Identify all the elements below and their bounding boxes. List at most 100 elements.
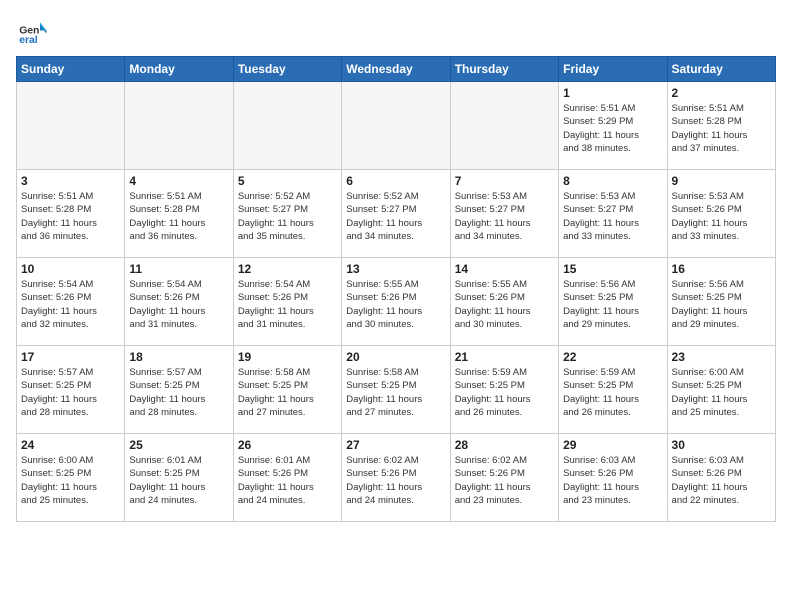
day-info: Sunrise: 6:02 AM Sunset: 5:26 PM Dayligh… xyxy=(455,454,554,507)
calendar-cell: 1 Sunrise: 5:51 AM Sunset: 5:29 PM Daylig… xyxy=(559,82,667,170)
day-number: 21 xyxy=(455,350,554,364)
calendar-cell: 4 Sunrise: 5:51 AM Sunset: 5:28 PM Daylig… xyxy=(125,170,233,258)
week-row-3: 17Sunrise: 5:57 AM Sunset: 5:25 PM Dayli… xyxy=(17,346,776,434)
day-number: 16 xyxy=(672,262,771,276)
calendar-cell: 11 Sunrise: 5:54 AM Sunset: 5:26 PM Dayli… xyxy=(125,258,233,346)
day-info: Sunrise: 5:59 AM Sunset: 5:25 PM Dayligh… xyxy=(455,366,554,419)
week-row-1: 3 Sunrise: 5:51 AM Sunset: 5:28 PM Daylig… xyxy=(17,170,776,258)
weekday-header-sunday: Sunday xyxy=(17,57,125,82)
day-number: 14 xyxy=(455,262,554,276)
calendar-cell: 30Sunrise: 6:03 AM Sunset: 5:26 PM Dayli… xyxy=(667,434,775,522)
week-row-0: 1 Sunrise: 5:51 AM Sunset: 5:29 PM Daylig… xyxy=(17,82,776,170)
weekday-header-wednesday: Wednesday xyxy=(342,57,450,82)
calendar-cell: 17Sunrise: 5:57 AM Sunset: 5:25 PM Dayli… xyxy=(17,346,125,434)
day-number: 7 xyxy=(455,174,554,188)
day-info: Sunrise: 6:03 AM Sunset: 5:26 PM Dayligh… xyxy=(563,454,662,507)
weekday-header-monday: Monday xyxy=(125,57,233,82)
calendar-cell: 13Sunrise: 5:55 AM Sunset: 5:26 PM Dayli… xyxy=(342,258,450,346)
day-info: Sunrise: 5:55 AM Sunset: 5:26 PM Dayligh… xyxy=(455,278,554,331)
calendar-cell xyxy=(450,82,558,170)
day-info: Sunrise: 6:01 AM Sunset: 5:26 PM Dayligh… xyxy=(238,454,337,507)
calendar-cell: 24 Sunrise: 6:00 AM Sunset: 5:25 PM Dayli… xyxy=(17,434,125,522)
week-row-4: 24 Sunrise: 6:00 AM Sunset: 5:25 PM Dayli… xyxy=(17,434,776,522)
day-number: 27 xyxy=(346,438,445,452)
calendar-cell: 7 Sunrise: 5:53 AM Sunset: 5:27 PM Daylig… xyxy=(450,170,558,258)
calendar-cell: 9 Sunrise: 5:53 AM Sunset: 5:26 PM Daylig… xyxy=(667,170,775,258)
day-info: Sunrise: 6:00 AM Sunset: 5:25 PM Dayligh… xyxy=(21,454,120,507)
day-number: 4 xyxy=(129,174,228,188)
day-info: Sunrise: 5:51 AM Sunset: 5:28 PM Dayligh… xyxy=(21,190,120,243)
day-info: Sunrise: 5:52 AM Sunset: 5:27 PM Dayligh… xyxy=(346,190,445,243)
day-number: 25 xyxy=(129,438,228,452)
day-info: Sunrise: 5:53 AM Sunset: 5:27 PM Dayligh… xyxy=(563,190,662,243)
weekday-header-saturday: Saturday xyxy=(667,57,775,82)
day-number: 8 xyxy=(563,174,662,188)
calendar-cell xyxy=(342,82,450,170)
day-number: 6 xyxy=(346,174,445,188)
calendar-cell: 15Sunrise: 5:56 AM Sunset: 5:25 PM Dayli… xyxy=(559,258,667,346)
calendar-cell: 10 Sunrise: 5:54 AM Sunset: 5:26 PM Dayli… xyxy=(17,258,125,346)
svg-text:eral: eral xyxy=(19,35,38,46)
day-info: Sunrise: 6:01 AM Sunset: 5:25 PM Dayligh… xyxy=(129,454,228,507)
calendar-cell: 8 Sunrise: 5:53 AM Sunset: 5:27 PM Daylig… xyxy=(559,170,667,258)
day-number: 30 xyxy=(672,438,771,452)
day-info: Sunrise: 5:59 AM Sunset: 5:25 PM Dayligh… xyxy=(563,366,662,419)
day-number: 28 xyxy=(455,438,554,452)
day-number: 22 xyxy=(563,350,662,364)
logo: Gen eral xyxy=(16,16,52,48)
calendar-cell xyxy=(125,82,233,170)
calendar-cell: 28 Sunrise: 6:02 AM Sunset: 5:26 PM Dayli… xyxy=(450,434,558,522)
weekday-header-tuesday: Tuesday xyxy=(233,57,341,82)
calendar-table: SundayMondayTuesdayWednesdayThursdayFrid… xyxy=(16,56,776,522)
day-info: Sunrise: 5:51 AM Sunset: 5:29 PM Dayligh… xyxy=(563,102,662,155)
day-info: Sunrise: 5:54 AM Sunset: 5:26 PM Dayligh… xyxy=(238,278,337,331)
day-number: 18 xyxy=(129,350,228,364)
day-info: Sunrise: 5:58 AM Sunset: 5:25 PM Dayligh… xyxy=(238,366,337,419)
day-info: Sunrise: 6:02 AM Sunset: 5:26 PM Dayligh… xyxy=(346,454,445,507)
day-info: Sunrise: 5:53 AM Sunset: 5:27 PM Dayligh… xyxy=(455,190,554,243)
calendar-cell: 22 Sunrise: 5:59 AM Sunset: 5:25 PM Dayli… xyxy=(559,346,667,434)
week-row-2: 10 Sunrise: 5:54 AM Sunset: 5:26 PM Dayli… xyxy=(17,258,776,346)
day-number: 5 xyxy=(238,174,337,188)
calendar-cell: 20Sunrise: 5:58 AM Sunset: 5:25 PM Dayli… xyxy=(342,346,450,434)
calendar-cell: 26Sunrise: 6:01 AM Sunset: 5:26 PM Dayli… xyxy=(233,434,341,522)
calendar-cell: 3 Sunrise: 5:51 AM Sunset: 5:28 PM Daylig… xyxy=(17,170,125,258)
day-number: 9 xyxy=(672,174,771,188)
day-info: Sunrise: 5:54 AM Sunset: 5:26 PM Dayligh… xyxy=(21,278,120,331)
day-number: 11 xyxy=(129,262,228,276)
day-info: Sunrise: 5:51 AM Sunset: 5:28 PM Dayligh… xyxy=(129,190,228,243)
logo-icon: Gen eral xyxy=(16,16,48,48)
day-info: Sunrise: 5:51 AM Sunset: 5:28 PM Dayligh… xyxy=(672,102,771,155)
day-info: Sunrise: 5:57 AM Sunset: 5:25 PM Dayligh… xyxy=(129,366,228,419)
calendar-cell: 12 Sunrise: 5:54 AM Sunset: 5:26 PM Dayli… xyxy=(233,258,341,346)
day-info: Sunrise: 5:58 AM Sunset: 5:25 PM Dayligh… xyxy=(346,366,445,419)
calendar-cell xyxy=(17,82,125,170)
calendar-cell: 29Sunrise: 6:03 AM Sunset: 5:26 PM Dayli… xyxy=(559,434,667,522)
day-info: Sunrise: 5:56 AM Sunset: 5:25 PM Dayligh… xyxy=(563,278,662,331)
calendar-cell: 5 Sunrise: 5:52 AM Sunset: 5:27 PM Daylig… xyxy=(233,170,341,258)
day-info: Sunrise: 5:52 AM Sunset: 5:27 PM Dayligh… xyxy=(238,190,337,243)
weekday-header-friday: Friday xyxy=(559,57,667,82)
calendar-cell: 27 Sunrise: 6:02 AM Sunset: 5:26 PM Dayli… xyxy=(342,434,450,522)
day-number: 24 xyxy=(21,438,120,452)
day-number: 12 xyxy=(238,262,337,276)
day-number: 3 xyxy=(21,174,120,188)
calendar-cell: 19Sunrise: 5:58 AM Sunset: 5:25 PM Dayli… xyxy=(233,346,341,434)
calendar-cell: 6 Sunrise: 5:52 AM Sunset: 5:27 PM Daylig… xyxy=(342,170,450,258)
day-number: 13 xyxy=(346,262,445,276)
calendar-cell xyxy=(233,82,341,170)
calendar-cell: 18 Sunrise: 5:57 AM Sunset: 5:25 PM Dayli… xyxy=(125,346,233,434)
day-info: Sunrise: 5:54 AM Sunset: 5:26 PM Dayligh… xyxy=(129,278,228,331)
weekday-header-thursday: Thursday xyxy=(450,57,558,82)
calendar-cell: 2 Sunrise: 5:51 AM Sunset: 5:28 PM Daylig… xyxy=(667,82,775,170)
day-info: Sunrise: 5:57 AM Sunset: 5:25 PM Dayligh… xyxy=(21,366,120,419)
calendar-cell: 21 Sunrise: 5:59 AM Sunset: 5:25 PM Dayli… xyxy=(450,346,558,434)
day-number: 10 xyxy=(21,262,120,276)
calendar-cell: 16Sunrise: 5:56 AM Sunset: 5:25 PM Dayli… xyxy=(667,258,775,346)
day-number: 2 xyxy=(672,86,771,100)
day-info: Sunrise: 5:53 AM Sunset: 5:26 PM Dayligh… xyxy=(672,190,771,243)
calendar-cell: 25 Sunrise: 6:01 AM Sunset: 5:25 PM Dayli… xyxy=(125,434,233,522)
day-number: 1 xyxy=(563,86,662,100)
header: Gen eral xyxy=(16,16,776,48)
calendar-cell: 23Sunrise: 6:00 AM Sunset: 5:25 PM Dayli… xyxy=(667,346,775,434)
